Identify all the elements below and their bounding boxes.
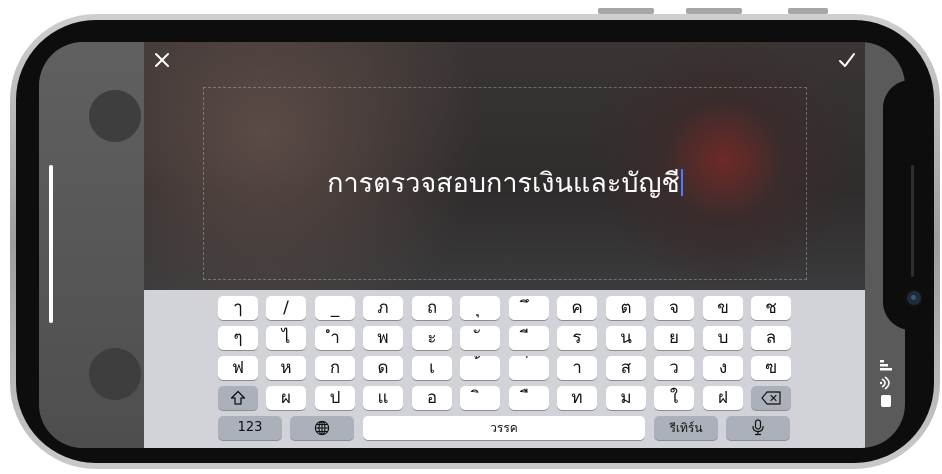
numbers-key[interactable]: 123 — [218, 416, 282, 440]
delete-icon — [761, 391, 781, 405]
space-key[interactable]: วรรค — [363, 416, 645, 440]
volume-button — [598, 8, 654, 14]
blurred-circle — [89, 90, 141, 142]
key[interactable]: ง — [703, 356, 743, 380]
key[interactable]: ุ — [460, 296, 500, 320]
screen: การตรวจสอบการเงินและบัญชี ๅ / _ ภ ถ ุ ึ … — [39, 42, 905, 448]
notch-speaker — [911, 165, 914, 277]
key[interactable]: ิ — [460, 386, 500, 410]
key[interactable]: ภ — [363, 296, 403, 320]
checkmark-icon — [839, 53, 855, 67]
key[interactable]: แ — [363, 386, 403, 410]
left-blur-area — [39, 42, 144, 448]
globe-key[interactable] — [290, 416, 354, 440]
globe-icon — [314, 420, 330, 436]
microphone-icon — [752, 419, 764, 436]
key[interactable]: ื — [509, 386, 549, 410]
home-indicator[interactable] — [49, 165, 53, 323]
key[interactable]: ม — [606, 386, 646, 410]
dictation-key[interactable] — [726, 416, 790, 440]
key[interactable]: ผ — [266, 386, 306, 410]
key[interactable]: ใ — [654, 386, 694, 410]
battery-icon — [881, 395, 891, 407]
key[interactable]: / — [266, 296, 306, 320]
key[interactable]: ข — [703, 296, 743, 320]
text-editor-overlay: การตรวจสอบการเงินและบัญชี — [144, 42, 865, 290]
key[interactable]: า — [557, 356, 597, 380]
key[interactable]: ่ — [509, 356, 549, 380]
done-button[interactable] — [835, 48, 859, 72]
key[interactable]: ล — [751, 326, 791, 350]
close-button[interactable] — [150, 48, 174, 72]
key[interactable]: ฃ — [751, 356, 791, 380]
key[interactable]: ี — [509, 326, 549, 350]
key[interactable]: น — [606, 326, 646, 350]
key[interactable]: ้ — [460, 356, 500, 380]
key[interactable]: ห — [266, 356, 306, 380]
text-input-box[interactable]: การตรวจสอบการเงินและบัญชี — [203, 87, 807, 280]
status-bar — [880, 358, 892, 408]
text-input-value: การตรวจสอบการเงินและบัญชี — [327, 168, 680, 199]
key[interactable]: ก — [315, 356, 355, 380]
thai-keyboard: ๅ / _ ภ ถ ุ ึ ค ต จ ข ช ๆ ไ ำ พ ะ ั ี ร … — [144, 290, 865, 448]
signal-icon — [880, 360, 892, 371]
key[interactable]: จ — [654, 296, 694, 320]
delete-key[interactable] — [751, 386, 791, 410]
return-key[interactable]: รีเทิร์น — [654, 416, 718, 440]
key[interactable]: ๆ — [218, 326, 258, 350]
key[interactable]: ท — [557, 386, 597, 410]
key[interactable]: ฝ — [703, 386, 743, 410]
text-input-content[interactable]: การตรวจสอบการเงินและบัญชี — [204, 168, 806, 200]
key[interactable]: พ — [363, 326, 403, 350]
key[interactable]: ต — [606, 296, 646, 320]
key[interactable]: ว — [654, 356, 694, 380]
key[interactable]: ๅ — [218, 296, 258, 320]
key[interactable]: ฟ — [218, 356, 258, 380]
blurred-circle — [89, 348, 141, 400]
key[interactable]: ย — [654, 326, 694, 350]
key[interactable]: ั — [460, 326, 500, 350]
power-button — [788, 8, 828, 14]
key[interactable]: ะ — [412, 326, 452, 350]
key[interactable]: บ — [703, 326, 743, 350]
key[interactable]: อ — [412, 386, 452, 410]
key[interactable]: ป — [315, 386, 355, 410]
key[interactable]: เ — [412, 356, 452, 380]
key[interactable]: ส — [606, 356, 646, 380]
text-cursor — [680, 169, 683, 196]
key[interactable]: ึ — [509, 296, 549, 320]
key[interactable]: ด — [363, 356, 403, 380]
front-camera — [905, 289, 923, 307]
key[interactable]: ำ — [315, 326, 355, 350]
key[interactable]: ช — [751, 296, 791, 320]
key[interactable]: ไ — [266, 326, 306, 350]
shift-icon — [230, 390, 246, 405]
close-icon — [155, 53, 169, 67]
key[interactable]: _ — [315, 296, 355, 320]
volume-button — [686, 8, 742, 14]
shift-key[interactable] — [218, 386, 258, 410]
wifi-icon — [880, 376, 890, 390]
key[interactable]: ถ — [412, 296, 452, 320]
key[interactable]: ค — [557, 296, 597, 320]
key[interactable]: ร — [557, 326, 597, 350]
